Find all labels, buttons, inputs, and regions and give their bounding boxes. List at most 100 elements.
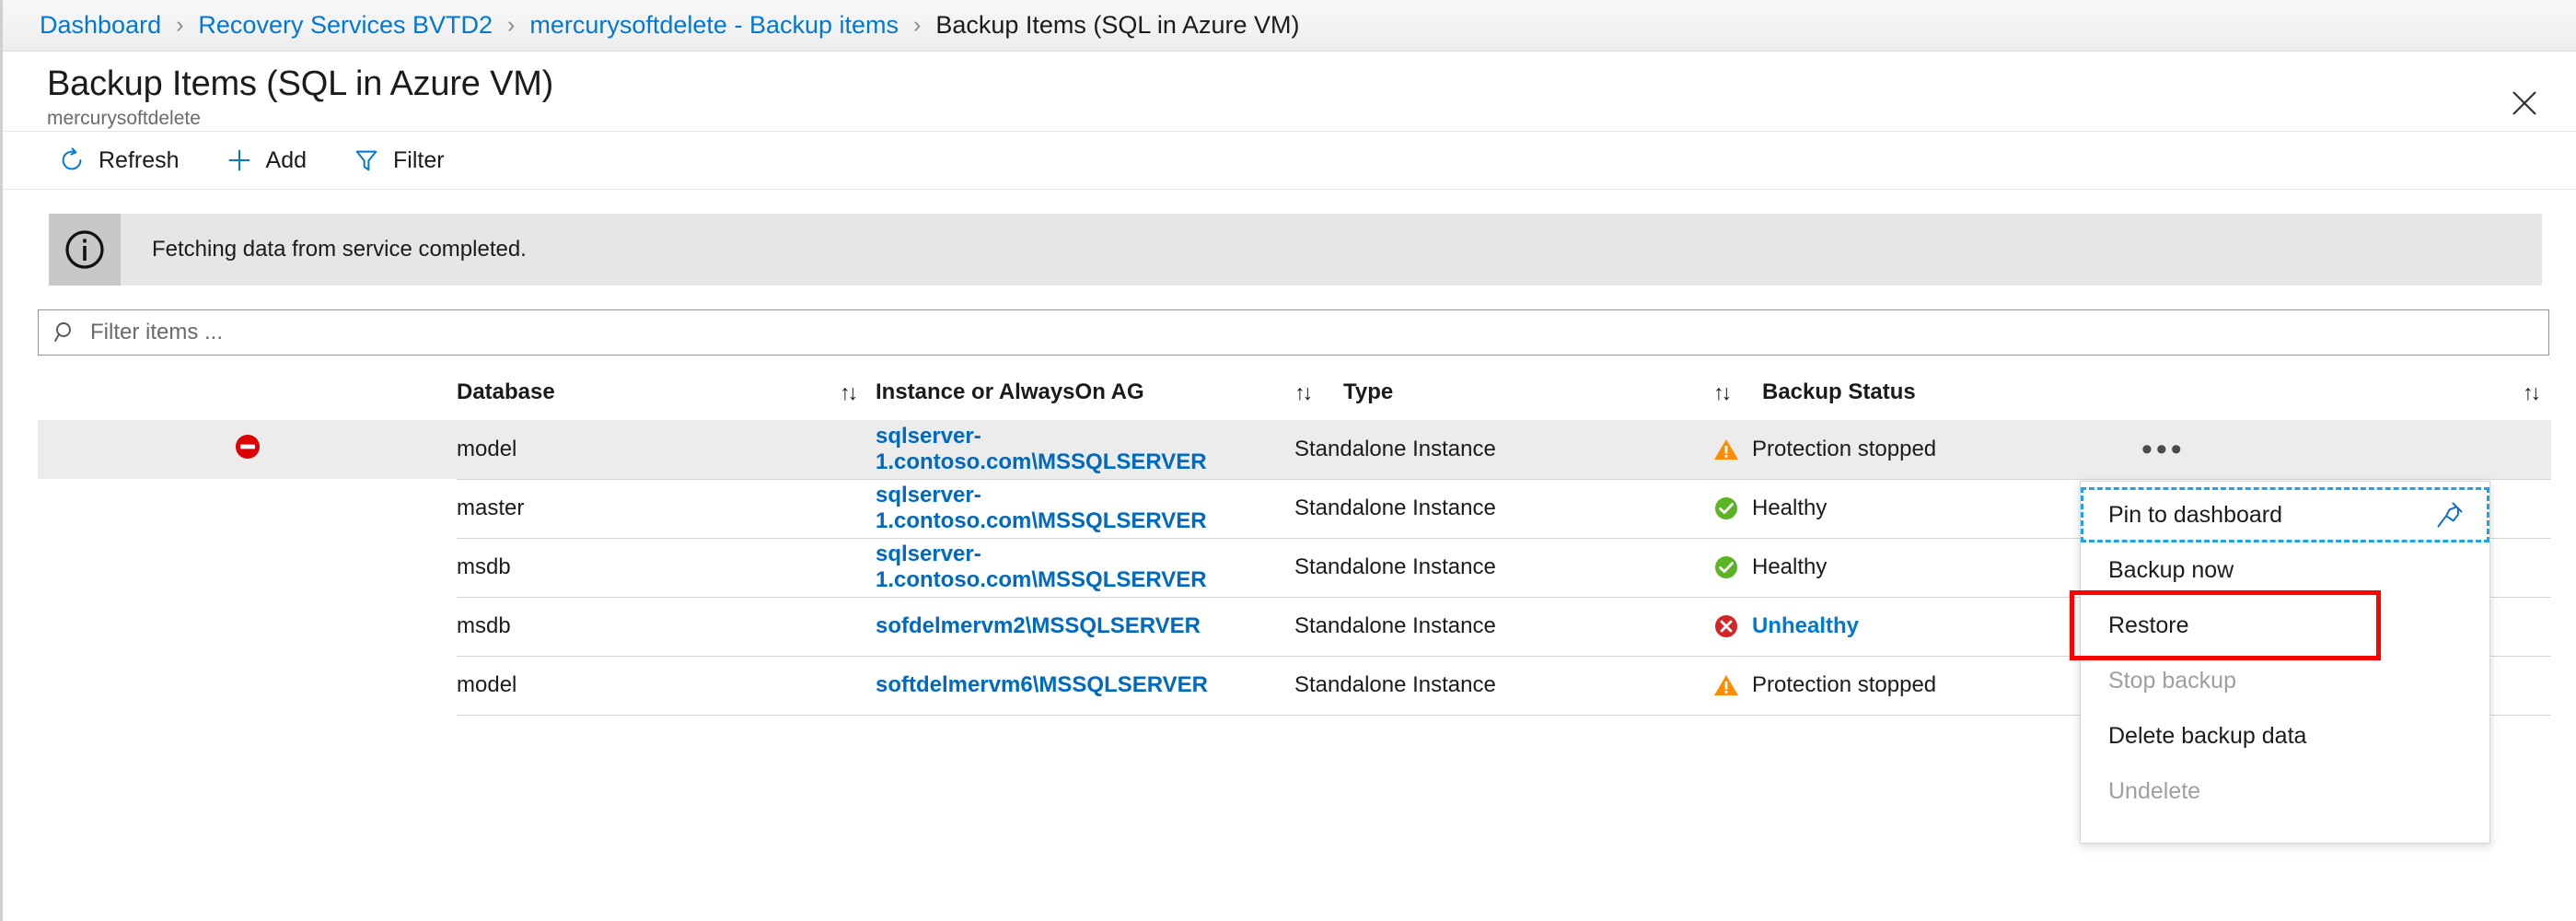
context-menu-item-restore[interactable]: Restore xyxy=(2081,598,2489,653)
cell-instance: sofdelmervm2\MSSQLSERVER xyxy=(876,597,1294,656)
breadcrumb-item-current: Backup Items (SQL in Azure VM) xyxy=(935,11,1299,40)
table-header-row: Database ↑↓ Instance or AlwaysOn AG ↑↓ T… xyxy=(38,367,2551,420)
breadcrumb: Dashboard › Recovery Services BVTD2 › me… xyxy=(3,0,2576,52)
check-circle-icon xyxy=(1713,495,1739,521)
instance-link[interactable]: sqlserver-1.contoso.com\MSSQLSERVER xyxy=(876,424,1207,474)
cell-type: Standalone Instance xyxy=(1294,656,1713,715)
context-menu-label: Delete backup data xyxy=(2108,723,2306,750)
context-menu-item-backup-now[interactable]: Backup now xyxy=(2081,542,2489,598)
cell-instance: sqlserver-1.contoso.com\MSSQLSERVER xyxy=(876,420,1294,479)
cell-status: Protection stopped xyxy=(1713,420,2132,479)
breadcrumb-separator-icon: › xyxy=(507,12,515,39)
breadcrumb-item-backup-items[interactable]: mercurysoftdelete - Backup items xyxy=(529,11,899,40)
search-input[interactable] xyxy=(88,319,2534,346)
column-label-status: Backup Status xyxy=(1762,379,1916,405)
row-flag-cell xyxy=(38,479,457,538)
column-label-database: Database xyxy=(457,379,555,405)
close-icon xyxy=(2511,89,2538,117)
cell-type: Standalone Instance xyxy=(1294,479,1713,538)
instance-link[interactable]: sqlserver-1.contoso.com\MSSQLSERVER xyxy=(876,483,1207,533)
breadcrumb-item-recovery-services[interactable]: Recovery Services BVTD2 xyxy=(198,11,493,40)
status-label: Protection stopped xyxy=(1752,672,1936,698)
status-label: Healthy xyxy=(1752,495,1827,521)
column-header-flag xyxy=(38,367,457,420)
info-icon xyxy=(63,227,107,272)
cell-database: master xyxy=(457,479,876,538)
refresh-icon xyxy=(58,146,86,174)
cell-status: Healthy xyxy=(1713,479,2132,538)
row-flag-cell xyxy=(38,656,457,715)
add-label: Add xyxy=(266,147,307,174)
refresh-button[interactable]: Refresh xyxy=(40,138,198,182)
status-label: Unhealthy xyxy=(1752,613,1859,639)
status-label: Protection stopped xyxy=(1752,437,1936,462)
cell-type: Standalone Instance xyxy=(1294,420,1713,479)
context-menu-item-stop-backup: Stop backup xyxy=(2081,653,2489,708)
instance-link[interactable]: sqlserver-1.contoso.com\MSSQLSERVER xyxy=(876,542,1207,592)
filter-button[interactable]: Filter xyxy=(334,138,463,182)
row-flag-cell xyxy=(38,420,457,479)
filter-input-area xyxy=(3,286,2576,356)
info-banner: Fetching data from service completed. xyxy=(49,214,2542,286)
close-button[interactable] xyxy=(2501,79,2548,127)
row-context-menu: Pin to dashboard Backup now Restore Stop… xyxy=(2080,481,2490,844)
cell-instance: sqlserver-1.contoso.com\MSSQLSERVER xyxy=(876,538,1294,597)
cell-type: Standalone Instance xyxy=(1294,538,1713,597)
sort-icon-type[interactable]: ↑↓ xyxy=(1713,380,1729,405)
info-banner-icon-box xyxy=(49,214,121,286)
cell-status: Healthy xyxy=(1713,538,2132,597)
column-label-instance: Instance or AlwaysOn AG xyxy=(876,379,1144,405)
instance-link[interactable]: sofdelmervm2\MSSQLSERVER xyxy=(876,613,1201,638)
info-banner-message: Fetching data from service completed. xyxy=(121,214,527,286)
status-label: Healthy xyxy=(1752,554,1827,580)
context-menu-label: Restore xyxy=(2108,612,2189,639)
column-header-type: ↑↓ Type xyxy=(1294,367,1713,420)
sort-icon-instance[interactable]: ↑↓ xyxy=(1294,380,1310,405)
cell-database: model xyxy=(457,656,876,715)
plus-icon xyxy=(226,146,253,174)
blade-root: Dashboard › Recovery Services BVTD2 › me… xyxy=(0,0,2576,921)
warning-icon xyxy=(1713,437,1739,462)
cell-instance: sqlserver-1.contoso.com\MSSQLSERVER xyxy=(876,479,1294,538)
blade-header: Backup Items (SQL in Azure VM) mercuryso… xyxy=(3,52,2576,131)
row-more-button[interactable]: ••• xyxy=(2132,440,2551,459)
cell-database: msdb xyxy=(457,538,876,597)
row-flag-cell xyxy=(38,538,457,597)
page-subtitle: mercurysoftdelete xyxy=(47,108,2576,130)
page-title: Backup Items (SQL in Azure VM) xyxy=(47,64,2576,104)
refresh-label: Refresh xyxy=(99,147,180,174)
context-menu-item-delete-backup-data[interactable]: Delete backup data xyxy=(2081,708,2489,764)
error-circle-icon xyxy=(1713,613,1739,639)
context-menu-item-pin-to-dashboard[interactable]: Pin to dashboard xyxy=(2081,487,2489,542)
column-header-actions: ↑↓ xyxy=(2132,367,2551,420)
column-label-type: Type xyxy=(1343,379,1393,405)
cell-status: Protection stopped xyxy=(1713,656,2132,715)
cell-instance: softdelmervm6\MSSQLSERVER xyxy=(876,656,1294,715)
column-header-database: Database ↑↓ xyxy=(457,367,876,420)
search-icon xyxy=(53,321,77,344)
filter-label: Filter xyxy=(393,147,445,174)
cell-database: model xyxy=(457,420,876,479)
sort-icon-status[interactable]: ↑↓ xyxy=(2523,380,2538,405)
column-header-status: ↑↓ Backup Status xyxy=(1713,367,2132,420)
column-header-instance: Instance or AlwaysOn AG xyxy=(876,367,1294,420)
table-row[interactable]: model sqlserver-1.contoso.com\MSSQLSERVE… xyxy=(38,420,2551,479)
breadcrumb-separator-icon: › xyxy=(913,12,921,39)
check-circle-icon xyxy=(1713,554,1739,580)
command-bar: Refresh Add Filter xyxy=(3,131,2576,190)
context-menu-label: Backup now xyxy=(2108,557,2234,584)
cell-type: Standalone Instance xyxy=(1294,597,1713,656)
cell-status: Unhealthy xyxy=(1713,597,2132,656)
cell-actions: ••• xyxy=(2132,420,2551,479)
cell-database: msdb xyxy=(457,597,876,656)
add-button[interactable]: Add xyxy=(207,138,325,182)
warning-icon xyxy=(1713,672,1739,698)
filter-items-box[interactable] xyxy=(38,309,2549,356)
funnel-icon xyxy=(353,146,380,174)
context-menu-label: Undelete xyxy=(2108,778,2200,805)
breadcrumb-item-dashboard[interactable]: Dashboard xyxy=(40,11,161,40)
table-header: Database ↑↓ Instance or AlwaysOn AG ↑↓ T… xyxy=(38,367,2551,420)
instance-link[interactable]: softdelmervm6\MSSQLSERVER xyxy=(876,672,1208,697)
sort-icon-database[interactable]: ↑↓ xyxy=(840,380,855,405)
pin-icon xyxy=(2434,499,2466,530)
